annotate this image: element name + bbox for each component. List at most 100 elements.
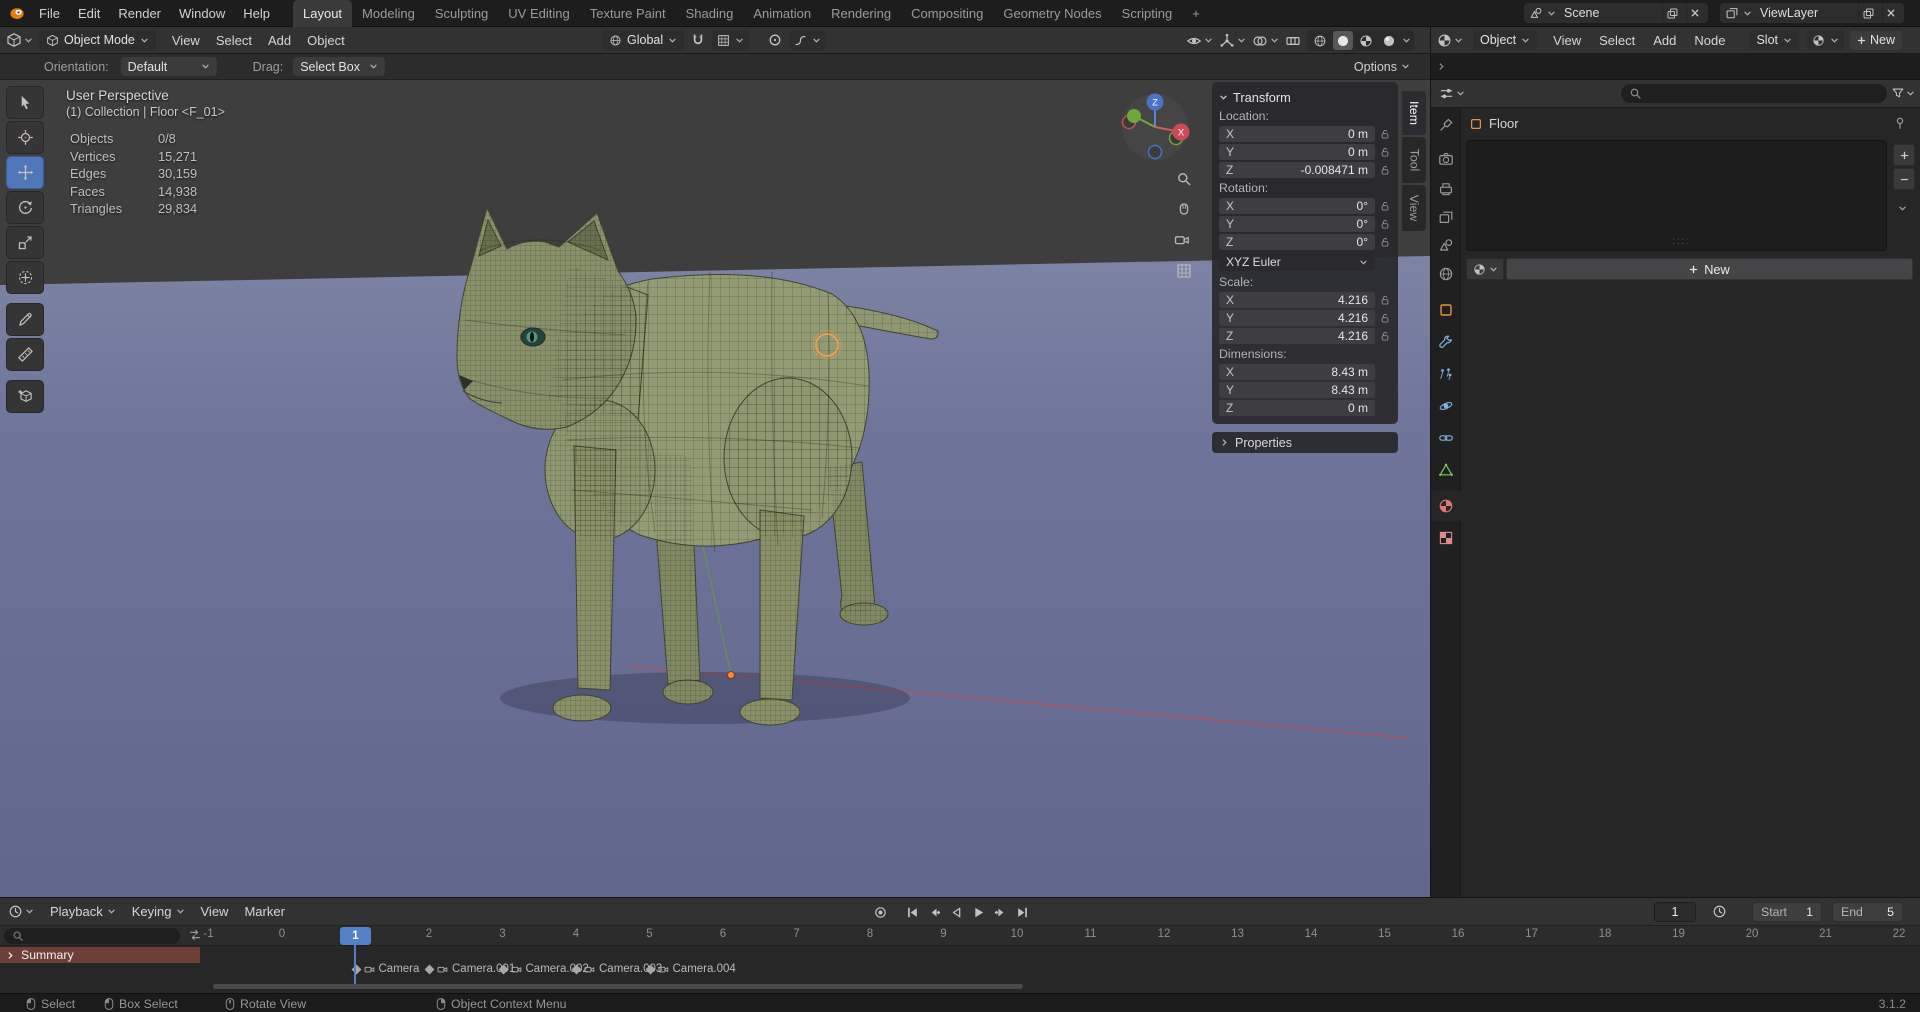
lock-open-icon[interactable]: [1379, 200, 1391, 212]
viewport-menu-add[interactable]: Add: [260, 27, 299, 53]
tool-add-cube[interactable]: [6, 380, 44, 413]
zoom-button[interactable]: [1176, 171, 1192, 187]
preview-range-clock-button[interactable]: [1712, 904, 1727, 919]
rotation-y-field[interactable]: Y 0°: [1219, 215, 1375, 233]
sidebar-tab-item[interactable]: Item: [1402, 91, 1426, 135]
shader-new-material-button[interactable]: New: [1850, 30, 1903, 50]
new-scene-button[interactable]: [1662, 3, 1682, 23]
shading-solid-button[interactable]: [1333, 31, 1353, 50]
tab-particle-properties[interactable]: [1431, 359, 1461, 389]
timeline-editor-type-button[interactable]: [8, 904, 34, 919]
timeline-menu-keying[interactable]: Keying: [124, 899, 193, 925]
transform-orientation-dropdown[interactable]: Global: [602, 30, 685, 50]
location-z-field[interactable]: Z -0.008471 m: [1219, 161, 1375, 179]
delete-scene-button[interactable]: [1686, 3, 1703, 23]
viewport-canvas[interactable]: User Perspective (1) Collection | Floor …: [0, 80, 1430, 897]
material-slot-dropdown[interactable]: Slot: [1749, 30, 1799, 50]
lock-open-icon[interactable]: [1379, 218, 1391, 230]
timeline-menu-marker[interactable]: Marker: [236, 899, 292, 925]
lock-open-icon[interactable]: [1379, 312, 1391, 324]
playhead[interactable]: 1: [340, 927, 371, 945]
tool-select-box[interactable]: [6, 86, 44, 119]
gizmo-y-ball[interactable]: [1127, 109, 1141, 123]
workspace-tab-modeling[interactable]: Modeling: [352, 0, 425, 27]
snap-settings-dropdown[interactable]: [712, 30, 750, 50]
viewport-menu-object[interactable]: Object: [299, 27, 353, 53]
properties-filter-button[interactable]: [1891, 86, 1915, 100]
pin-id-button[interactable]: [1893, 116, 1907, 130]
dimensions-z-field[interactable]: Z0 m: [1219, 399, 1375, 417]
shader-type-dropdown[interactable]: Object: [1473, 30, 1538, 50]
tool-3d-cursor[interactable]: [6, 121, 44, 154]
jump-to-start-button[interactable]: [902, 902, 922, 922]
lock-open-icon[interactable]: [1379, 330, 1391, 342]
tab-tool-properties[interactable]: [1431, 110, 1461, 140]
tab-texture-properties[interactable]: [1431, 523, 1461, 553]
snap-toggle-magnet-icon[interactable]: [690, 32, 706, 48]
shader-editor-canvas[interactable]: [1430, 54, 1920, 80]
rotation-z-field[interactable]: Z 0°: [1219, 233, 1375, 251]
play-reverse-button[interactable]: [946, 902, 966, 922]
workspace-tab-scripting[interactable]: Scripting: [1112, 0, 1183, 27]
blender-logo-icon[interactable]: [8, 4, 26, 22]
play-button[interactable]: [968, 902, 988, 922]
tab-constraint-properties[interactable]: [1431, 423, 1461, 453]
workspace-tab-compositing[interactable]: Compositing: [901, 0, 993, 27]
timeline-ruler[interactable]: -1012345678910111213141516171819202122 1: [0, 926, 1920, 946]
tab-world-properties[interactable]: [1431, 259, 1461, 289]
timeline-channel-area[interactable]: Summary Camera Camera.001 Camera.002 Camera…: [0, 946, 1920, 994]
viewport-editor-type-button[interactable]: [0, 32, 39, 48]
material-browse-button[interactable]: [1466, 258, 1504, 280]
tab-material-properties[interactable]: [1431, 491, 1461, 521]
remove-material-slot-button[interactable]: [1893, 168, 1915, 190]
shading-material-button[interactable]: [1356, 31, 1376, 50]
tool-transform[interactable]: [6, 261, 44, 294]
viewport-menu-select[interactable]: Select: [208, 27, 260, 53]
previous-keyframe-button[interactable]: [924, 902, 944, 922]
auto-keying-record-button[interactable]: [870, 902, 890, 922]
add-material-slot-button[interactable]: [1893, 144, 1915, 166]
location-x-field[interactable]: X0 m: [1219, 125, 1375, 143]
shader-menu-add[interactable]: Add: [1645, 27, 1684, 53]
location-y-field[interactable]: Y0 m: [1219, 143, 1375, 161]
slot-specials-menu-button[interactable]: [1898, 202, 1907, 216]
workspace-tab-texture-paint[interactable]: Texture Paint: [580, 0, 676, 27]
proportional-editing-icon[interactable]: [767, 32, 783, 48]
shader-menu-view[interactable]: View: [1545, 27, 1589, 53]
options-dropdown[interactable]: Options: [1354, 60, 1410, 74]
frame-end-field[interactable]: End 5: [1832, 902, 1903, 922]
new-material-button[interactable]: New: [1506, 258, 1913, 280]
timeline-marker[interactable]: Camera.004: [645, 963, 736, 975]
lock-open-icon[interactable]: [1379, 236, 1391, 248]
shading-wireframe-button[interactable]: [1310, 31, 1330, 50]
tool-annotate[interactable]: [6, 303, 44, 336]
tab-modifier-properties[interactable]: [1431, 327, 1461, 357]
remove-view-layer-button[interactable]: [1882, 3, 1899, 23]
summary-channel[interactable]: Summary: [0, 947, 200, 963]
scene-selector[interactable]: Scene: [1524, 3, 1708, 23]
workspace-tab-animation[interactable]: Animation: [743, 0, 821, 27]
pan-hand-button[interactable]: [1176, 201, 1192, 217]
timeline-horizontal-scrollbar[interactable]: [213, 984, 1023, 989]
overlays-dropdown[interactable]: [1252, 33, 1279, 49]
menu-help[interactable]: Help: [234, 0, 279, 27]
workspace-tab-shading[interactable]: Shading: [676, 0, 744, 27]
timeline-marker[interactable]: Camera: [351, 963, 419, 975]
orthographic-toggle-button[interactable]: [1176, 263, 1192, 279]
properties-editor-type-button[interactable]: [1439, 86, 1465, 101]
sidebar-tab-view[interactable]: View: [1402, 185, 1426, 231]
scale-x-field[interactable]: X 4.216: [1219, 291, 1375, 309]
frame-start-field[interactable]: Start 1: [1752, 902, 1822, 922]
workspace-tab-uv-editing[interactable]: UV Editing: [498, 0, 579, 27]
tab-output-properties[interactable]: [1431, 174, 1461, 204]
tool-measure[interactable]: [6, 338, 44, 371]
timeline-menu-view[interactable]: View: [193, 899, 237, 925]
workspace-tab-sculpting[interactable]: Sculpting: [425, 0, 498, 27]
gizmo-neg-z-ball[interactable]: [1147, 144, 1163, 160]
tab-scene-properties[interactable]: [1431, 230, 1461, 260]
shader-editor-type-button[interactable]: [1437, 33, 1463, 48]
tab-render-properties[interactable]: [1431, 144, 1461, 174]
jump-to-end-button[interactable]: [1012, 902, 1032, 922]
visibility-dropdown[interactable]: [1186, 33, 1213, 49]
orientation-default-dropdown[interactable]: Default: [120, 57, 217, 76]
